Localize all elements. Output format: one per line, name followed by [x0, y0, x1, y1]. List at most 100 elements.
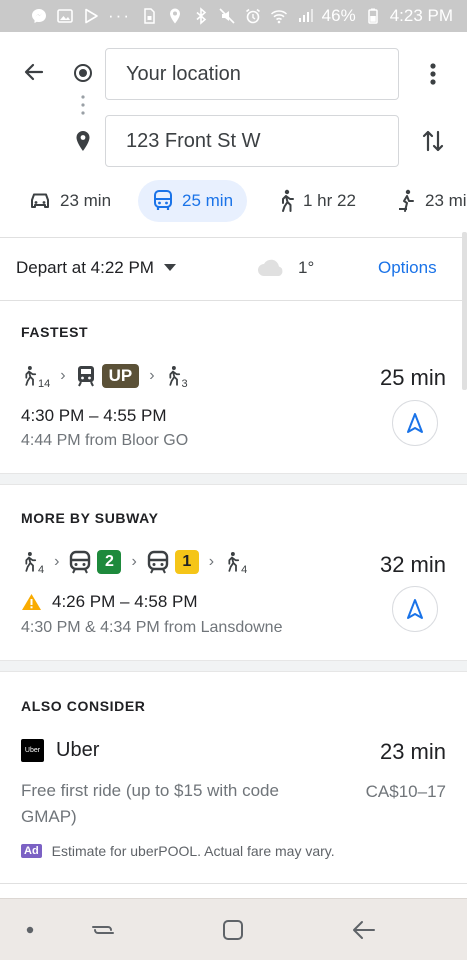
walk-icon	[168, 366, 180, 386]
status-bar: ··· 46% 4:23 PM	[0, 0, 467, 32]
route-card-subway[interactable]: 4 › 2 › 1 › 4 32 min 4:26 PM – 4:58 PM 4…	[0, 486, 467, 660]
dot-icon	[26, 926, 34, 934]
play-store-icon	[85, 8, 98, 24]
alarm-icon	[245, 8, 260, 24]
start-navigation-button[interactable]	[392, 586, 438, 632]
mode-tab-rideshare[interactable]: 23 min	[397, 180, 467, 222]
mode-tab-driving[interactable]: 23 min	[28, 180, 111, 222]
destination-field[interactable]: 123 Front St W	[105, 115, 399, 167]
uber-logo: Uber	[21, 739, 44, 762]
navigation-arrow-icon	[407, 413, 423, 433]
origin-field[interactable]: Your location	[105, 48, 399, 100]
ad-badge: Ad	[21, 844, 42, 858]
route-times: 4:30 PM – 4:55 PM	[21, 406, 167, 426]
section-separator	[0, 660, 467, 672]
mode-tab-label: 1 hr 22	[303, 191, 356, 210]
chevron-right-icon: ›	[208, 553, 215, 570]
ad-note: Estimate for uberPOOL. Actual fare may v…	[51, 843, 335, 859]
route-time-range: 4:30 PM – 4:55 PM	[21, 406, 167, 425]
navigation-arrow-icon	[407, 599, 423, 619]
back-arrow-icon	[24, 63, 44, 81]
rideshare-icon	[399, 189, 414, 212]
recent-apps-button[interactable]	[90, 917, 116, 943]
depart-time-selector[interactable]: Depart at 4:22 PM	[16, 258, 176, 278]
fastest-section: FASTEST 14 › UP › 3 25 min 4:30 PM – 4:5…	[0, 301, 467, 473]
scrollbar[interactable]	[462, 232, 467, 390]
home-button[interactable]	[220, 917, 246, 943]
depart-time-label: Depart at 4:22 PM	[16, 258, 154, 277]
route-time-range: 4:26 PM – 4:58 PM	[52, 592, 198, 611]
back-button[interactable]	[18, 56, 50, 88]
ad-row: Ad Estimate for uberPOOL. Actual fare ma…	[21, 843, 335, 859]
nav-dot-button[interactable]	[17, 917, 43, 943]
section-separator	[0, 473, 467, 485]
status-notifications: ···	[30, 6, 131, 26]
bluetooth-icon	[196, 7, 206, 25]
walk-minutes: 4	[241, 564, 248, 576]
start-navigation-button[interactable]	[392, 400, 438, 446]
clock: 4:23 PM	[389, 6, 453, 25]
directions-header: Your location 123 Front St W 23 min 25 m…	[0, 32, 467, 237]
system-back-button[interactable]	[351, 917, 377, 943]
uber-description: Free first ride (up to $15 with code GMA…	[21, 781, 279, 826]
messenger-icon	[32, 9, 46, 23]
home-icon	[223, 920, 243, 940]
train-icon	[77, 366, 94, 387]
walk-icon	[228, 552, 240, 572]
route-connector-dots	[81, 95, 85, 115]
also-consider-section: ALSO CONSIDER Uber Uber 23 min Free firs…	[0, 673, 467, 883]
cloud-icon	[258, 259, 283, 276]
signal-icon	[298, 9, 313, 22]
mode-tab-label: 23 min	[425, 191, 467, 210]
travel-mode-tabs: 23 min 25 min 1 hr 22 23 min	[0, 180, 467, 222]
swap-locations-button[interactable]	[420, 126, 446, 156]
mute-icon	[219, 8, 235, 24]
battery-percent: 46%	[321, 6, 356, 25]
uber-duration: 23 min	[379, 739, 446, 764]
bottom-divider	[0, 883, 467, 884]
more-vert-icon	[430, 63, 436, 85]
system-nav-bar	[0, 898, 467, 960]
route-detail: 4:44 PM from Bloor GO	[21, 432, 189, 449]
chevron-right-icon: ›	[131, 553, 137, 570]
options-button[interactable]: Options	[378, 258, 437, 278]
walk-step: 14	[21, 364, 50, 390]
walk-step: 3	[165, 364, 188, 390]
route-steps: 14 › UP › 3	[21, 364, 188, 390]
uber-name: Uber	[56, 739, 100, 761]
walk-minutes: 4	[38, 564, 45, 576]
transit-icon	[154, 190, 172, 210]
walk-step: 4	[21, 550, 45, 576]
more-options-button[interactable]	[420, 59, 446, 89]
route-times: 4:26 PM – 4:58 PM	[21, 592, 198, 612]
chevron-right-icon: ›	[60, 367, 66, 384]
temperature: 1°	[298, 258, 315, 277]
subway-section: MORE BY SUBWAY 4 › 2 › 1 › 4 32 min 4:26…	[0, 486, 467, 660]
subway-icon	[147, 550, 168, 574]
subway-icon	[70, 550, 91, 574]
line-badge-up-express: UP	[101, 364, 140, 388]
destination-pin-icon	[76, 131, 90, 151]
recent-apps-icon	[92, 926, 114, 934]
route-duration: 25 min	[379, 365, 446, 390]
route-duration: 32 min	[379, 552, 446, 577]
route-detail: 4:30 PM & 4:34 PM from Lansdowne	[21, 619, 283, 636]
route-steps: 4 › 2 › 1 › 4	[21, 550, 248, 576]
more-notifications-icon: ···	[108, 6, 131, 25]
dropdown-arrow-icon	[163, 264, 176, 271]
line-badge-1: 1	[174, 550, 199, 574]
status-system: 46% 4:23 PM	[140, 6, 453, 26]
chevron-right-icon: ›	[54, 553, 60, 570]
battery-icon	[367, 8, 378, 24]
route-card-fastest[interactable]: 14 › UP › 3 25 min 4:30 PM – 4:55 PM 4:4…	[0, 301, 467, 473]
line-badge-2: 2	[97, 550, 122, 574]
car-icon	[31, 193, 49, 208]
uber-card[interactable]: Uber Uber 23 min Free first ride (up to …	[0, 673, 467, 883]
depart-row: Depart at 4:22 PM 1° Options	[0, 238, 467, 300]
mode-tab-transit[interactable]: 25 min	[138, 180, 248, 222]
uber-price: CA$10–17	[365, 782, 446, 801]
warning-icon	[22, 594, 41, 610]
walk-minutes: 3	[181, 378, 188, 390]
origin-marker-icon	[74, 64, 92, 82]
mode-tab-walking[interactable]: 1 hr 22	[277, 180, 356, 222]
